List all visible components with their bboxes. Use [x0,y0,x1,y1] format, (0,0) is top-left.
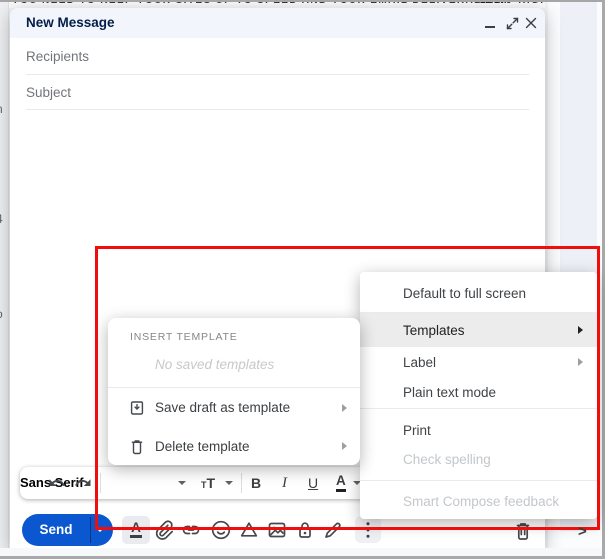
menu-item-label: Check spelling [403,451,491,467]
toolbar-divider [100,473,101,493]
menu-item-label-option[interactable]: Label [360,347,597,377]
bold-button[interactable]: B [251,467,261,499]
menu-item-label: Smart Compose feedback [403,493,560,509]
send-label: Send [39,522,73,537]
window-edge-top [0,0,605,2]
subject-placeholder: Subject [26,84,72,100]
lock-icon [299,522,311,538]
send-button[interactable]: Send [22,514,113,546]
chevron-down-icon[interactable] [225,481,233,485]
no-saved-templates-text: No saved templates [155,357,275,372]
insert-photo-button[interactable] [265,518,289,542]
menu-item-templates[interactable]: Templates [360,313,597,347]
undo-icon[interactable] [48,474,66,492]
menu-item-label: Templates [403,322,465,338]
compose-title: New Message [26,15,115,30]
size-large-glyph: T [206,475,216,491]
underline-button[interactable]: U [308,467,318,499]
send-options-chevron-icon[interactable] [96,528,104,532]
menu-item-default-to-full-screen[interactable]: Default to full screen [360,274,597,312]
compose-header[interactable]: New Message [10,8,545,38]
paperclip-icon [155,520,174,540]
insert-template-header: INSERT TEMPLATE [130,331,238,343]
menu-item-label: Label [403,354,437,370]
emoji-icon [211,520,231,540]
image-icon [268,522,286,538]
menu-separator [360,480,597,481]
clipped-background-page-left: n t 4 r o f [0,2,9,556]
menu-item-save-draft-as-template[interactable]: Save draft as template [108,388,360,427]
menu-item-smart-compose-feedback: Smart Compose feedback [360,487,597,515]
menu-item-delete-template[interactable]: Delete template [108,427,360,465]
menu-item-print[interactable]: Print [360,415,597,445]
send-split-divider [90,517,91,543]
attach-files-button[interactable] [151,518,175,542]
insert-signature-button[interactable] [321,518,345,542]
submenu-arrow-icon [578,358,583,366]
pen-icon [325,522,341,538]
text-size-button[interactable]: TT [201,467,215,499]
menu-item-label: Save draft as template [155,400,291,415]
menu-separator [360,408,597,409]
menu-item-label: Default to full screen [403,285,527,301]
templates-submenu: INSERT TEMPLATE No saved templates Save … [108,318,360,465]
link-icon [182,525,200,535]
trash-icon [516,523,530,540]
minimize-icon[interactable] [480,13,500,33]
insert-link-button[interactable] [179,518,203,542]
screen: YOU NEED TO KEEP YOUR SITES UP TO SPEED … [0,0,605,559]
background-strip-bottom [0,548,602,556]
insert-emoji-button[interactable] [209,518,233,542]
edge-text-fragment: n [0,102,3,116]
clipped-background-text: YOU NEED TO KEEP YOUR SITES UP TO SPEED … [12,2,545,6]
menu-item-check-spelling: Check spelling [360,445,597,473]
text-color-button[interactable]: A [336,472,346,492]
subject-field[interactable]: Subject [26,75,529,110]
annotation-arrow: > [578,523,587,540]
formatting-a-icon: A [130,520,142,538]
toolbar-divider [241,473,242,493]
vertical-dots-icon [366,521,370,538]
more-options-menu: Default to full screen Templates Label P… [360,272,597,519]
recipients-placeholder: Recipients [26,48,90,64]
submenu-arrow-icon [342,442,347,450]
trash-icon [131,440,143,455]
edge-text-fragment: o [0,307,3,321]
redo-icon[interactable] [74,474,92,492]
clipped-background-text-right: 12 Bill [480,2,509,6]
menu-item-label: Print [403,422,431,438]
expand-icon[interactable] [502,13,522,33]
chevron-down-icon[interactable] [178,481,186,485]
confidential-mode-button[interactable] [293,518,317,542]
recipients-field[interactable]: Recipients [26,38,529,75]
close-icon[interactable] [521,13,541,33]
discard-draft-button[interactable] [511,518,535,542]
edge-text-fragment: 4 [0,212,3,226]
italic-button[interactable]: I [282,467,287,499]
menu-item-plain-text-mode[interactable]: Plain text mode [360,377,597,408]
drive-triangle-icon [240,522,258,537]
menu-item-label: Delete template [155,438,250,454]
submenu-arrow-icon [578,326,583,334]
insert-from-drive-button[interactable] [237,518,261,542]
more-options-button[interactable] [355,516,381,543]
menu-item-label: Plain text mode [403,385,497,400]
formatting-options-button[interactable]: A [122,516,150,544]
text-color-glyph: A [336,473,346,492]
save-template-icon [130,400,144,415]
submenu-arrow-icon [342,403,347,412]
